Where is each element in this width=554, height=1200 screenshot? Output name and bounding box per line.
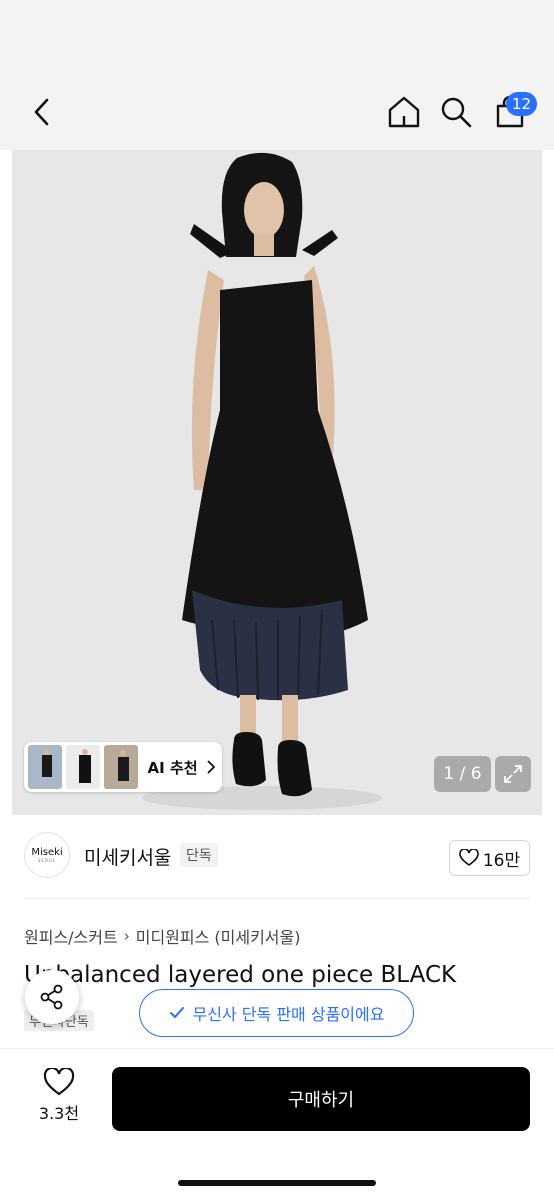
- exclusive-toast: 무신사 단독 판매 상품이에요: [139, 989, 414, 1037]
- divider: [24, 898, 530, 899]
- exclusive-tag: 단독: [180, 843, 218, 867]
- expand-icon: [504, 765, 522, 783]
- expand-button[interactable]: [495, 756, 531, 792]
- model-illustration: [12, 150, 542, 815]
- back-button[interactable]: [24, 92, 60, 132]
- brand-like-button[interactable]: 16만: [449, 840, 530, 876]
- thumbnail-1[interactable]: [28, 745, 62, 789]
- chevron-right-icon: [206, 760, 218, 774]
- chevron-right-icon: ›: [123, 927, 130, 945]
- cart-count-badge: 12: [506, 92, 538, 116]
- toast-text: 무신사 단독 판매 상품이에요: [192, 1005, 385, 1024]
- home-indicator: [178, 1180, 376, 1186]
- home-icon: [388, 96, 420, 128]
- buy-button[interactable]: 구매하기: [112, 1067, 530, 1131]
- breadcrumb-category[interactable]: 원피스/스커트: [24, 924, 118, 948]
- breadcrumb: 원피스/스커트 › 미디원피스 (미세키서울): [24, 924, 301, 948]
- thumbnail-2[interactable]: [65, 745, 100, 789]
- image-counter: 1 / 6: [434, 756, 491, 792]
- check-icon: [169, 1007, 184, 1018]
- share-button[interactable]: [25, 970, 79, 1024]
- home-button[interactable]: [384, 92, 424, 132]
- breadcrumb-subcategory[interactable]: 미디원피스 (미세키서울): [136, 924, 301, 948]
- share-icon: [40, 984, 63, 1010]
- brand-logo[interactable]: Miseki SEOUL: [24, 832, 70, 878]
- product-photo[interactable]: [12, 150, 542, 815]
- heart-icon: [43, 1068, 75, 1096]
- heart-icon: [459, 849, 479, 866]
- ai-recommend-label[interactable]: AI 추천: [148, 757, 198, 778]
- search-button[interactable]: [436, 92, 476, 132]
- search-icon: [441, 97, 472, 128]
- brand-name[interactable]: 미세키서울: [84, 843, 171, 870]
- brand-like-count: 16만: [482, 850, 521, 871]
- wishlist-count: 3.3천: [38, 1104, 80, 1123]
- thumbnail-3[interactable]: [103, 745, 138, 789]
- wishlist-button[interactable]: 3.3천: [30, 1068, 88, 1130]
- ai-recommend-strip[interactable]: AI 추천: [24, 742, 222, 792]
- back-icon: [34, 98, 49, 126]
- product-title: Unbalanced layered one piece BLACK: [24, 962, 457, 988]
